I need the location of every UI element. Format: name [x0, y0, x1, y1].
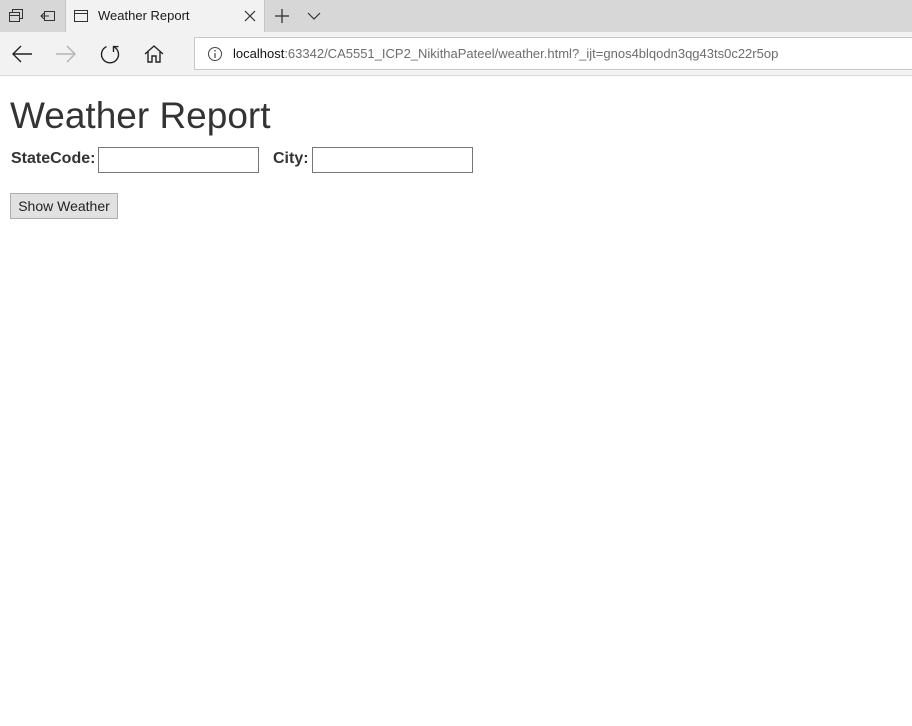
url-host: localhost: [233, 46, 285, 61]
page-content: Weather Report StateCode: City: Show Wea…: [0, 77, 912, 726]
info-icon[interactable]: [207, 46, 223, 62]
restore-tabs-icon[interactable]: [32, 0, 64, 32]
page-title: Weather Report: [10, 95, 271, 136]
state-code-label: StateCode:: [11, 150, 96, 167]
tab-weather-report[interactable]: Weather Report: [65, 0, 265, 32]
city-label: City:: [273, 150, 309, 167]
refresh-icon[interactable]: [94, 38, 126, 70]
city-input[interactable]: [312, 147, 473, 173]
tab-strip: Weather Report: [0, 0, 912, 32]
forward-arrow-icon[interactable]: [50, 38, 82, 70]
url-path: :63342/CA5551_ICP2_NikithaPateel/weather…: [284, 46, 779, 61]
navigation-bar: localhost:63342/CA5551_ICP2_NikithaPatee…: [0, 32, 912, 76]
address-bar[interactable]: localhost:63342/CA5551_ICP2_NikithaPatee…: [194, 37, 912, 70]
show-weather-button[interactable]: Show Weather: [10, 193, 118, 219]
chevron-down-icon[interactable]: [298, 0, 330, 32]
back-arrow-icon[interactable]: [6, 38, 38, 70]
tab-title: Weather Report: [98, 8, 190, 23]
plus-icon[interactable]: [266, 0, 298, 32]
browser-window: Weather Report localhost:63342/CA5551_IC…: [0, 0, 912, 726]
page-icon: [74, 10, 88, 22]
close-icon[interactable]: [242, 8, 258, 24]
home-icon[interactable]: [138, 38, 170, 70]
tabs-aside-icon[interactable]: [0, 0, 32, 32]
url-text: localhost:63342/CA5551_ICP2_NikithaPatee…: [233, 46, 778, 61]
state-code-input[interactable]: [98, 147, 259, 173]
